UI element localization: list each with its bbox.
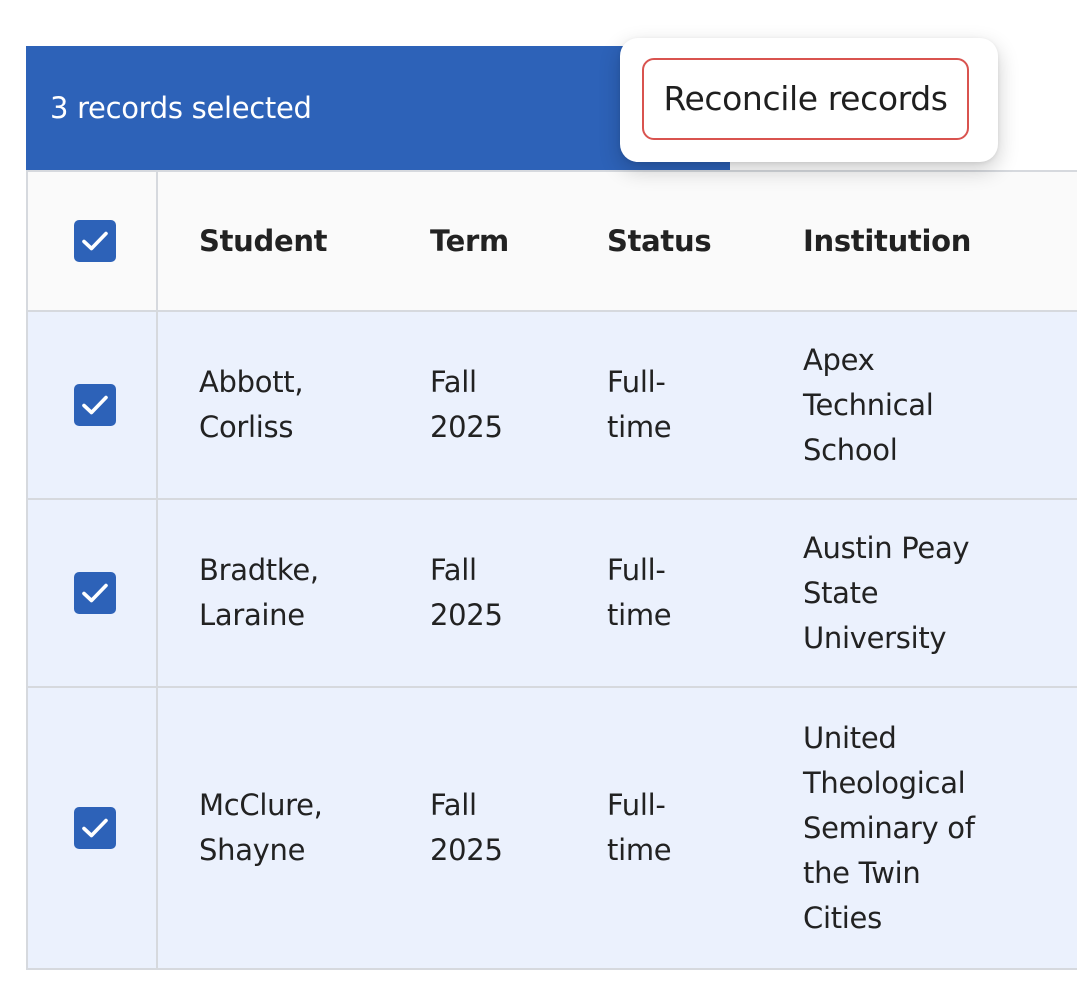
select-all-cell: [28, 172, 158, 310]
student-name-link[interactable]: Abbott, Corliss: [199, 360, 304, 450]
column-header-term-label: Term: [430, 223, 509, 258]
column-header-student[interactable]: Student: [199, 172, 419, 310]
table-row: Bradtke, Laraine Fall 2025 Full- time Au…: [28, 500, 1077, 688]
term-value: Fall 2025: [430, 553, 503, 632]
term-cell: Fall 2025: [430, 312, 600, 498]
column-header-institution[interactable]: Institution: [803, 172, 1073, 310]
status-cell: Full- time: [607, 312, 797, 498]
checkmark-icon: [82, 583, 108, 603]
column-header-status[interactable]: Status: [607, 172, 797, 310]
reconcile-records-button[interactable]: Reconcile records: [642, 58, 969, 140]
selected-count-label: 3 records selected: [50, 91, 312, 125]
student-cell: Bradtke, Laraine: [199, 500, 419, 686]
table-row: Abbott, Corliss Fall 2025 Full- time Ape…: [28, 312, 1077, 500]
row-checkbox[interactable]: [74, 384, 116, 426]
institution-value: United Theological Seminary of the Twin …: [803, 720, 975, 935]
institution-cell: Apex Technical School: [803, 312, 1073, 498]
status-cell: Full- time: [607, 688, 797, 968]
status-value: Full- time: [607, 553, 672, 632]
term-value: Fall 2025: [430, 788, 503, 867]
checkmark-icon: [82, 818, 108, 838]
checkmark-icon: [82, 395, 108, 415]
student-name-link[interactable]: Bradtke, Laraine: [199, 548, 319, 638]
status-cell: Full- time: [607, 500, 797, 686]
institution-value: Austin Peay State University: [803, 530, 970, 655]
records-table: Student Term Status Institution Abbott, …: [26, 170, 1077, 970]
column-header-status-label: Status: [607, 223, 712, 258]
student-cell: McClure, Shayne: [199, 688, 419, 968]
column-header-student-label: Student: [199, 223, 328, 258]
row-checkbox[interactable]: [74, 572, 116, 614]
status-value: Full- time: [607, 365, 672, 444]
institution-value: Apex Technical School: [803, 342, 934, 467]
records-screen: 3 records selected Reconcile records Stu…: [0, 0, 1077, 991]
column-header-term[interactable]: Term: [430, 172, 600, 310]
table-row: McClure, Shayne Fall 2025 Full- time Uni…: [28, 688, 1077, 968]
institution-cell: United Theological Seminary of the Twin …: [803, 688, 1073, 968]
row-checkbox[interactable]: [74, 807, 116, 849]
term-cell: Fall 2025: [430, 500, 600, 686]
row-select-cell: [28, 500, 158, 686]
row-select-cell: [28, 688, 158, 968]
checkmark-icon: [82, 231, 108, 251]
term-value: Fall 2025: [430, 365, 503, 444]
select-all-checkbox[interactable]: [74, 220, 116, 262]
status-value: Full- time: [607, 788, 672, 867]
term-cell: Fall 2025: [430, 688, 600, 968]
student-name-link[interactable]: McClure, Shayne: [199, 783, 323, 873]
column-header-institution-label: Institution: [803, 223, 972, 258]
bulk-action-popover: Reconcile records: [620, 38, 998, 162]
student-cell: Abbott, Corliss: [199, 312, 419, 498]
institution-cell: Austin Peay State University: [803, 500, 1073, 686]
table-header-row: Student Term Status Institution: [28, 170, 1077, 312]
row-select-cell: [28, 312, 158, 498]
